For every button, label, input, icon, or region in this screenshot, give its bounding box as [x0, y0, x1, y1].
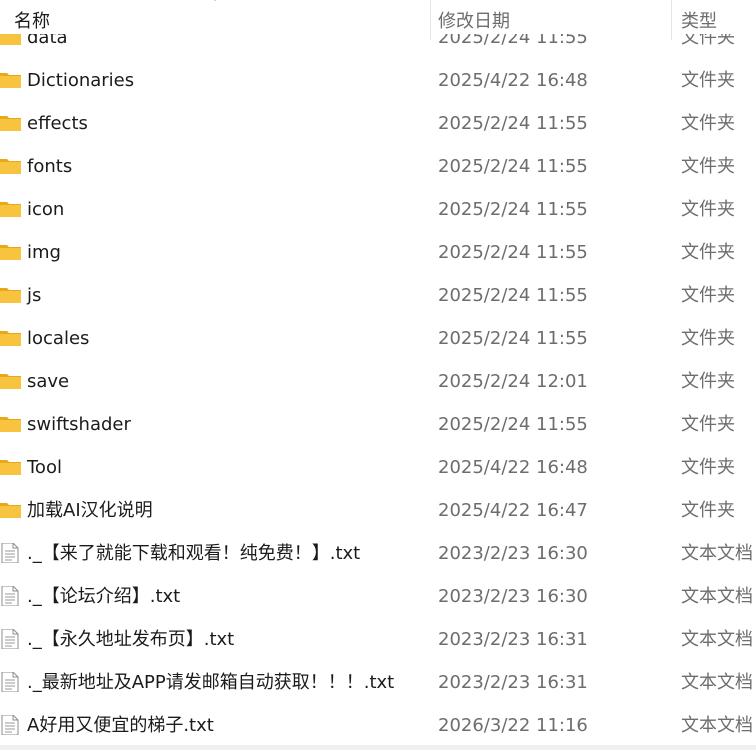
folder-row[interactable]: img 2025/2/24 11:55 文件夹: [0, 231, 756, 274]
item-type: 文件夹: [681, 414, 735, 435]
folder-icon: [0, 156, 21, 176]
item-type: 文本文档: [681, 629, 753, 650]
item-modified-date: 2025/2/24 11:55: [438, 156, 588, 177]
folder-icon: [0, 70, 21, 90]
item-modified-date: 2025/2/24 11:55: [438, 328, 588, 349]
column-header-type[interactable]: 类型: [681, 0, 717, 43]
folder-icon: [0, 500, 21, 520]
file-list: data 2025/2/24 11:55 文件夹 Dictionaries 2025/4…: [0, 16, 756, 747]
item-name[interactable]: Tool: [27, 446, 62, 489]
folder-icon: [0, 199, 21, 219]
folder-row[interactable]: js 2025/2/24 11:55 文件夹: [0, 274, 756, 317]
item-modified-date: 2023/2/23 16:30: [438, 543, 588, 564]
folder-row[interactable]: fonts 2025/2/24 11:55 文件夹: [0, 145, 756, 188]
item-modified-date: 2025/4/22 16:48: [438, 70, 588, 91]
item-type: 文本文档: [681, 586, 753, 607]
item-name[interactable]: fonts: [27, 145, 72, 188]
item-name[interactable]: icon: [27, 188, 64, 231]
horizontal-scrollbar[interactable]: [0, 745, 756, 750]
item-type: 文件夹: [681, 113, 735, 134]
item-type: 文件夹: [681, 199, 735, 220]
item-type: 文件夹: [681, 156, 735, 177]
file-row[interactable]: ._【永久地址发布页】.txt 2023/2/23 16:31 文本文档: [0, 618, 756, 661]
column-divider[interactable]: [671, 0, 672, 40]
file-row[interactable]: ._最新地址及APP请发邮箱自动获取！！！.txt 2023/2/23 16:31…: [0, 661, 756, 704]
column-header-date[interactable]: 修改日期: [438, 0, 510, 43]
item-modified-date: 2025/2/24 11:55: [438, 414, 588, 435]
item-modified-date: 2026/3/22 11:16: [438, 715, 588, 736]
folder-row[interactable]: locales 2025/2/24 11:55 文件夹: [0, 317, 756, 360]
file-row[interactable]: ._【来了就能下载和观看！纯免费！】.txt 2023/2/23 16:30 文本文…: [0, 532, 756, 575]
folder-icon: [0, 328, 21, 348]
folder-icon: [0, 457, 21, 477]
item-name[interactable]: save: [27, 360, 69, 403]
item-type: 文件夹: [681, 328, 735, 349]
item-modified-date: 2023/2/23 16:31: [438, 672, 588, 693]
item-modified-date: 2025/2/24 11:55: [438, 242, 588, 263]
file-explorer-window: data 2025/2/24 11:55 文件夹 Dictionaries 2025/4…: [0, 0, 756, 750]
item-type: 文件夹: [681, 457, 735, 478]
item-name[interactable]: A好用又便宜的梯子.txt: [27, 704, 214, 747]
item-name[interactable]: img: [27, 231, 61, 274]
item-name[interactable]: ._【来了就能下载和观看！纯免费！】.txt: [27, 532, 360, 575]
item-modified-date: 2025/4/22 16:47: [438, 500, 588, 521]
text-file-icon: [0, 671, 21, 693]
item-modified-date: 2025/2/24 11:55: [438, 285, 588, 306]
column-divider[interactable]: [430, 0, 431, 40]
folder-row[interactable]: effects 2025/2/24 11:55 文件夹: [0, 102, 756, 145]
item-name[interactable]: 加载AI汉化说明: [27, 489, 153, 532]
item-modified-date: 2025/2/24 11:55: [438, 113, 588, 134]
folder-row[interactable]: Tool 2025/4/22 16:48 文件夹: [0, 446, 756, 489]
item-type: 文件夹: [681, 371, 735, 392]
item-type: 文本文档: [681, 715, 753, 736]
folder-row[interactable]: 加载AI汉化说明 2025/4/22 16:47 文件夹: [0, 489, 756, 532]
item-type: 文件夹: [681, 242, 735, 263]
folder-row[interactable]: swiftshader 2025/2/24 11:55 文件夹: [0, 403, 756, 446]
item-name[interactable]: locales: [27, 317, 89, 360]
item-name[interactable]: swiftshader: [27, 403, 131, 446]
folder-row[interactable]: icon 2025/2/24 11:55 文件夹: [0, 188, 756, 231]
column-header-name[interactable]: 名称: [14, 0, 50, 43]
item-type: 文本文档: [681, 543, 753, 564]
item-type: 文件夹: [681, 285, 735, 306]
item-name[interactable]: ._【永久地址发布页】.txt: [27, 618, 234, 661]
text-file-icon: [0, 585, 21, 607]
item-type: 文件夹: [681, 500, 735, 521]
folder-row[interactable]: Dictionaries 2025/4/22 16:48 文件夹: [0, 59, 756, 102]
item-modified-date: 2025/2/24 12:01: [438, 371, 588, 392]
file-row[interactable]: A好用又便宜的梯子.txt 2026/3/22 11:16 文本文档: [0, 704, 756, 747]
item-type: 文本文档: [681, 672, 753, 693]
item-type: 文件夹: [681, 70, 735, 91]
file-row[interactable]: ._【论坛介绍】.txt 2023/2/23 16:30 文本文档: [0, 575, 756, 618]
item-name[interactable]: ._【论坛介绍】.txt: [27, 575, 180, 618]
item-name[interactable]: effects: [27, 102, 88, 145]
item-modified-date: 2025/4/22 16:48: [438, 457, 588, 478]
folder-icon: [0, 371, 21, 391]
sort-chevron-icon[interactable]: [209, 0, 221, 6]
folder-icon: [0, 113, 21, 133]
text-file-icon: [0, 714, 21, 736]
folder-icon: [0, 414, 21, 434]
item-modified-date: 2023/2/23 16:31: [438, 629, 588, 650]
folder-icon: [0, 242, 21, 262]
item-modified-date: 2025/2/24 11:55: [438, 199, 588, 220]
text-file-icon: [0, 542, 21, 564]
text-file-icon: [0, 628, 21, 650]
item-name[interactable]: Dictionaries: [27, 59, 134, 102]
item-modified-date: 2023/2/23 16:30: [438, 586, 588, 607]
folder-icon: [0, 285, 21, 305]
column-header-bar: 名称 修改日期 类型: [0, 0, 756, 40]
item-name[interactable]: js: [27, 274, 41, 317]
item-name[interactable]: ._最新地址及APP请发邮箱自动获取！！！.txt: [27, 661, 394, 704]
folder-row[interactable]: save 2025/2/24 12:01 文件夹: [0, 360, 756, 403]
